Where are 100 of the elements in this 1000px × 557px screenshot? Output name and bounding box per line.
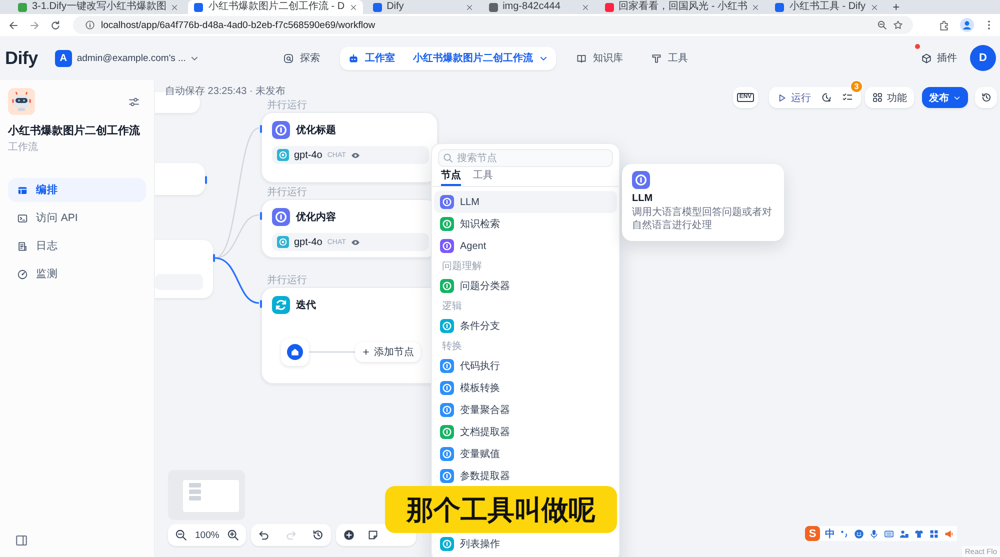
- user-avatar[interactable]: D: [970, 45, 996, 71]
- add-node-button[interactable]: 添加节点: [355, 342, 421, 362]
- browser-tab[interactable]: Dify: [366, 0, 479, 14]
- connection-handle[interactable]: [260, 300, 262, 308]
- sidebar-item[interactable]: 监测: [8, 262, 146, 286]
- count-badge: 3: [850, 80, 863, 93]
- address-bar[interactable]: localhost/app/6a4f776b-d48a-4ad0-b2eb-f7c568590e69/workflow: [73, 16, 913, 34]
- connection-handle[interactable]: [260, 125, 262, 133]
- microphone-icon[interactable]: [869, 528, 879, 538]
- start-node[interactable]: [281, 338, 309, 366]
- node-type-item[interactable]: 列表操作: [434, 533, 617, 555]
- back-icon[interactable]: [8, 20, 19, 30]
- close-icon[interactable]: [582, 4, 589, 10]
- search-field[interactable]: 搜索节点: [438, 149, 613, 167]
- clock-play-icon: [821, 92, 832, 103]
- features-button[interactable]: 功能: [865, 87, 914, 108]
- sidebar-item[interactable]: 编排: [8, 178, 146, 202]
- history-icon[interactable]: [312, 529, 324, 541]
- zoom-in-icon[interactable]: [227, 529, 240, 541]
- reload-icon[interactable]: [50, 20, 61, 30]
- browser-tab[interactable]: img-842c444: [482, 0, 595, 14]
- connection-handle[interactable]: [205, 176, 207, 184]
- extension-icon[interactable]: [939, 20, 950, 30]
- plugins-button[interactable]: 插件: [921, 51, 957, 65]
- run-button[interactable]: 运行: [772, 87, 816, 108]
- forward-icon[interactable]: [29, 20, 40, 30]
- node-type-item[interactable]: 模板转换: [434, 377, 617, 399]
- search-square-icon: [282, 52, 294, 64]
- close-icon[interactable]: [752, 4, 760, 10]
- connection-handle[interactable]: [260, 212, 262, 220]
- node-title: 优化内容: [296, 210, 336, 224]
- parallel-label: 并行运行: [267, 100, 307, 112]
- version-history-button[interactable]: [975, 87, 997, 108]
- note-icon[interactable]: [367, 529, 380, 541]
- home-icon: [287, 344, 303, 360]
- zoom-level[interactable]: 100%: [195, 530, 220, 540]
- profile-icon[interactable]: [960, 18, 974, 32]
- person-icon[interactable]: [899, 528, 909, 538]
- browser-tab[interactable]: 小红书工具 - Dify: [769, 0, 884, 14]
- node-type-item[interactable]: 变量聚合器: [434, 399, 617, 421]
- nav-tab[interactable]: 探索: [274, 46, 328, 70]
- nav-tab[interactable]: 工具: [642, 46, 696, 70]
- nav-tab[interactable]: 工作室 小红书爆款图片二创工作流: [340, 46, 556, 70]
- loop-icon: [272, 296, 290, 314]
- sidebar-toggle-icon[interactable]: [15, 534, 28, 547]
- close-icon[interactable]: [350, 4, 357, 10]
- zoom-out-icon[interactable]: [877, 20, 887, 30]
- eye-icon: [350, 238, 360, 246]
- app-type: 工作流: [8, 140, 38, 154]
- parallel-label: 并行运行: [267, 187, 307, 199]
- node-type-item[interactable]: 代码执行: [434, 355, 617, 377]
- ime-mode-toggle[interactable]: 中: [825, 526, 835, 540]
- star-icon[interactable]: [893, 20, 903, 30]
- smiley-icon[interactable]: [854, 528, 864, 538]
- megaphone-icon[interactable]: [944, 528, 954, 538]
- node-type-item[interactable]: 参数提取器: [434, 465, 617, 487]
- undo-icon[interactable]: [258, 529, 270, 541]
- plus-circle-icon[interactable]: [343, 529, 356, 541]
- settings-icon[interactable]: [128, 96, 140, 108]
- node-type-item[interactable]: 问题分类器: [434, 275, 617, 297]
- publish-button[interactable]: 发布: [922, 87, 968, 108]
- model-name: gpt-4o: [294, 236, 322, 248]
- nav-tab[interactable]: 知识库: [568, 46, 631, 70]
- app-title: 小红书爆款图片二创工作流: [8, 124, 141, 138]
- model-icon: [277, 149, 289, 161]
- logo-text[interactable]: Dify: [5, 48, 38, 68]
- app-switcher[interactable]: 小红书爆款图片二创工作流: [412, 51, 548, 65]
- layout-icon: [17, 184, 28, 196]
- shapes-grid-icon: [872, 92, 883, 103]
- terminal-icon: [17, 212, 28, 224]
- node-type-item[interactable]: 变量赋值: [434, 443, 617, 465]
- zoom-out-icon[interactable]: [175, 529, 187, 541]
- play-icon: [777, 92, 787, 102]
- node-type-item[interactable]: Agent: [434, 235, 617, 257]
- punctuation-icon[interactable]: [840, 529, 849, 538]
- sidebar-item[interactable]: 日志: [8, 234, 146, 258]
- new-tab-button[interactable]: +: [888, 0, 905, 14]
- picker-tab[interactable]: 节点: [441, 169, 461, 186]
- browser-tab[interactable]: 回家看看，回国风光 - 小红书: [598, 0, 766, 14]
- node-type-item[interactable]: LLM: [434, 191, 617, 213]
- browser-tab[interactable]: 3-1.Dify一键改写小红书爆款图: [12, 0, 184, 14]
- workspace-switcher[interactable]: admin@example.com's ...: [76, 52, 199, 64]
- node-type-item[interactable]: 知识检索: [434, 213, 617, 235]
- browser-tab[interactable]: 小红书爆款图片二创工作流 - D: [188, 0, 363, 14]
- keyboard-icon[interactable]: [884, 528, 894, 538]
- close-icon[interactable]: [466, 4, 473, 10]
- workspace-avatar: A: [54, 50, 72, 66]
- close-icon[interactable]: [870, 4, 878, 10]
- sidebar-item[interactable]: 访问 API: [8, 206, 146, 230]
- node-type-item[interactable]: 条件分支: [434, 315, 617, 337]
- section-heading: 转换: [442, 340, 462, 353]
- grid-icon[interactable]: [929, 528, 939, 538]
- book-icon: [576, 52, 587, 64]
- close-icon[interactable]: [171, 4, 178, 10]
- connection-handle[interactable]: [213, 254, 215, 262]
- node-type-item[interactable]: 文档提取器: [434, 421, 617, 443]
- gauge-icon: [17, 268, 28, 280]
- picker-tab[interactable]: 工具: [473, 169, 493, 186]
- node-type-icon: [272, 208, 290, 226]
- shirt-icon[interactable]: [914, 528, 924, 538]
